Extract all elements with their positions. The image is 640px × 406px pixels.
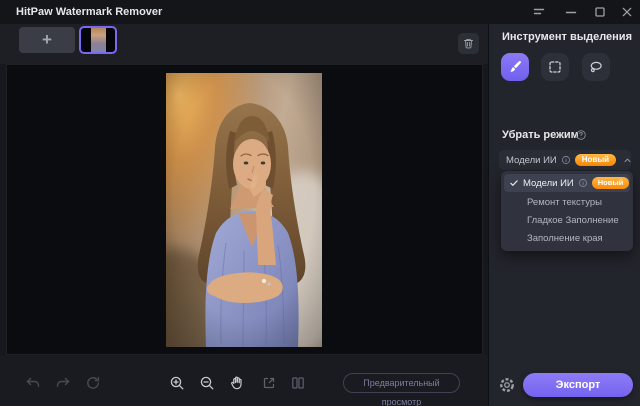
app-title: HitPaw Watermark Remover: [16, 0, 162, 24]
zoom-out-icon[interactable]: [199, 375, 215, 391]
brush-tool-button[interactable]: [501, 53, 529, 81]
help-icon[interactable]: [575, 128, 587, 140]
check-icon: [509, 178, 519, 188]
selection-tool-title: Инструмент выделения: [502, 31, 632, 43]
redo-icon[interactable]: [55, 375, 71, 391]
remove-mode-title: Убрать режим: [502, 129, 579, 141]
photo-portrait: [166, 73, 322, 347]
info-icon[interactable]: [561, 155, 571, 165]
maximize-icon[interactable]: [592, 4, 608, 20]
reset-icon[interactable]: [85, 375, 101, 391]
hand-tool-icon[interactable]: [229, 375, 245, 391]
bottom-toolbar: Предварительный просмотр: [0, 355, 488, 406]
settings-button[interactable]: [498, 376, 516, 394]
trash-icon: [462, 37, 475, 50]
new-badge: Новый: [575, 154, 616, 166]
mode-option-edge-fill[interactable]: Заполнение края: [501, 229, 633, 247]
fullscreen-icon[interactable]: [261, 375, 277, 391]
editing-canvas[interactable]: [6, 64, 483, 355]
mode-option-label: Модели ИИ: [523, 178, 574, 189]
menu-icon[interactable]: [531, 4, 547, 20]
new-badge: Новый: [592, 177, 630, 189]
mode-option-label: Заполнение края: [527, 233, 603, 244]
thumbnail-bar: +: [0, 24, 488, 64]
mode-option-ai-models[interactable]: Модели ИИ Новый: [504, 174, 630, 192]
brush-icon: [507, 59, 523, 75]
gear-icon: [498, 376, 516, 394]
zoom-in-icon[interactable]: [169, 375, 185, 391]
marquee-tool-button[interactable]: [541, 53, 569, 81]
titlebar: HitPaw Watermark Remover: [0, 0, 640, 24]
app-window: HitPaw Watermark Remover +: [0, 0, 640, 406]
chevron-up-icon: [623, 156, 632, 165]
undo-icon[interactable]: [25, 375, 41, 391]
remove-mode-select[interactable]: Модели ИИ Новый: [499, 150, 631, 170]
sidebar: Инструмент выделения Убрать режим Модели…: [488, 24, 640, 406]
delete-image-button[interactable]: [458, 33, 479, 54]
close-icon[interactable]: [619, 4, 635, 20]
mode-option-texture-repair[interactable]: Ремонт текстуры: [501, 193, 633, 211]
mode-dropdown-menu: Модели ИИ Новый Ремонт текстуры Гладкое …: [501, 171, 633, 251]
mode-option-label: Гладкое Заполнение: [527, 215, 619, 226]
mode-option-label: Ремонт текстуры: [527, 197, 602, 208]
minimize-icon[interactable]: [563, 4, 579, 20]
preview-button[interactable]: Предварительный просмотр: [343, 373, 460, 393]
info-icon[interactable]: [578, 178, 588, 188]
marquee-icon: [547, 59, 563, 75]
export-button[interactable]: Экспорт: [523, 373, 633, 397]
compare-icon[interactable]: [290, 375, 306, 391]
lasso-tool-button[interactable]: [582, 53, 610, 81]
lasso-icon: [588, 59, 604, 75]
add-image-button[interactable]: +: [19, 27, 75, 53]
mode-select-value: Модели ИИ: [506, 155, 557, 166]
image-thumbnail[interactable]: [79, 26, 117, 54]
mode-option-smooth-fill[interactable]: Гладкое Заполнение: [501, 211, 633, 229]
thumbnail-preview: [91, 28, 106, 52]
